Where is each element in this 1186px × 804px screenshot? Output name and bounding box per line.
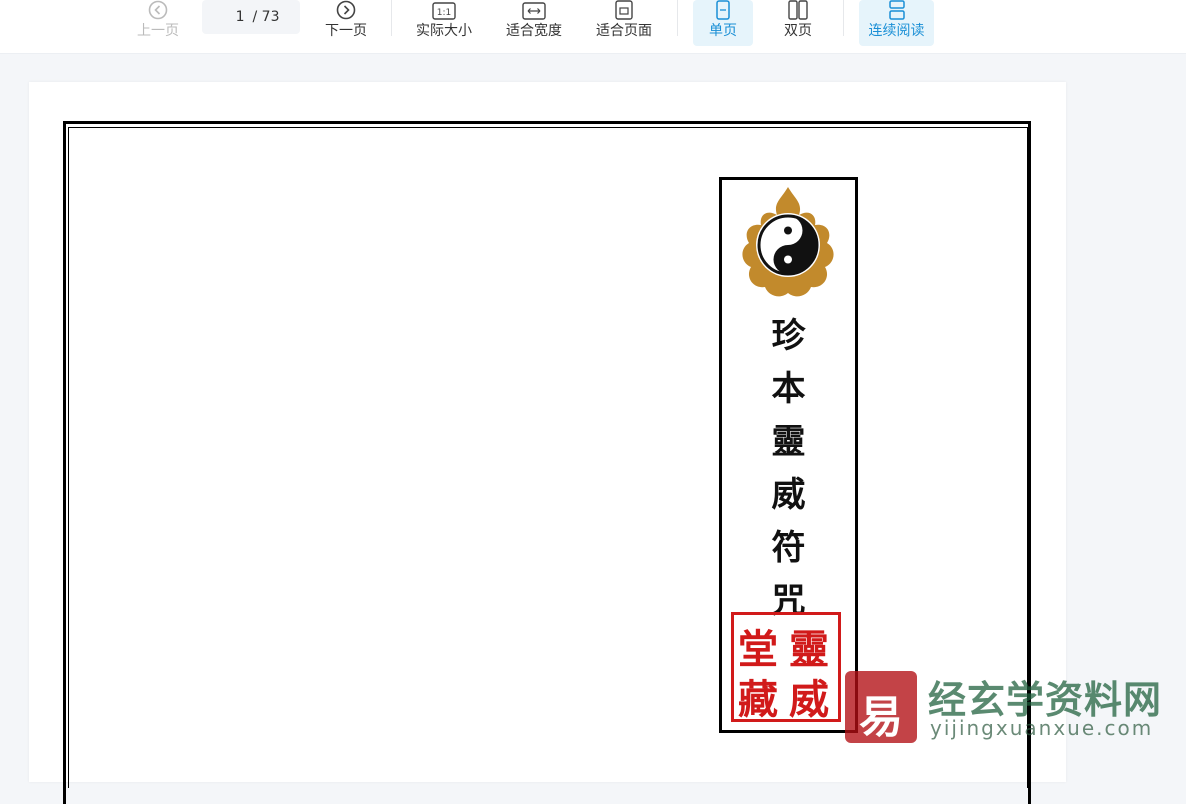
toolbar-divider — [391, 0, 392, 36]
watermark-logo-char: 易 — [859, 692, 903, 743]
page-number-input[interactable] — [222, 9, 245, 25]
single-page-button[interactable]: 单页 — [693, 0, 753, 46]
single-page-icon — [713, 0, 733, 20]
svg-text:1:1: 1:1 — [437, 8, 451, 18]
next-page-button[interactable]: 下一页 — [318, 0, 374, 46]
double-page-label: 双页 — [784, 23, 812, 39]
title-char: 珍 — [771, 316, 806, 356]
double-page-button[interactable]: 双页 — [768, 0, 828, 46]
continuous-reading-button[interactable]: 连续阅读 — [859, 0, 934, 46]
title-char: 符 — [771, 528, 806, 568]
prev-page-button[interactable]: 上一页 — [130, 0, 186, 46]
page-total: / 73 — [252, 9, 280, 25]
toolbar-divider — [677, 0, 678, 36]
fit-width-icon — [522, 0, 546, 20]
fit-page-button[interactable]: 适合页面 — [589, 0, 659, 46]
actual-size-icon: 1:1 — [432, 0, 456, 20]
title-char: 靈 — [771, 422, 806, 462]
continuous-reading-label: 连续阅读 — [868, 23, 925, 39]
title-char: 威 — [771, 475, 806, 515]
continuous-scroll-icon — [886, 0, 908, 20]
title-char: 本 — [771, 369, 806, 409]
seal-char: 藏 — [738, 676, 778, 723]
fit-width-button[interactable]: 适合宽度 — [499, 0, 569, 46]
double-page-icon — [787, 0, 809, 20]
fit-page-label: 适合页面 — [596, 23, 652, 39]
fit-page-icon — [613, 0, 635, 20]
chevron-right-circle-icon — [336, 0, 356, 20]
single-page-label: 单页 — [709, 23, 737, 39]
prev-page-label: 上一页 — [137, 23, 179, 39]
actual-size-button[interactable]: 1:1 实际大小 — [409, 0, 479, 46]
chevron-left-circle-icon — [148, 0, 168, 20]
next-page-label: 下一页 — [325, 23, 367, 39]
viewer-toolbar: 上一页 / 73 下一页 1:1 实际大小 适合宽度 适合页面 单页 — [0, 0, 1186, 54]
actual-size-label: 实际大小 — [416, 23, 472, 39]
page-indicator: / 73 — [202, 0, 300, 34]
watermark-site-url: yijingxuanxue.com — [930, 716, 1154, 740]
red-seal-stamp: 靈 威 堂 藏 — [731, 612, 841, 723]
watermark-logo: 易 — [845, 671, 917, 743]
seal-char: 威 — [789, 676, 829, 723]
taiji-flame-emblem — [742, 187, 834, 297]
fit-width-label: 适合宽度 — [506, 23, 562, 39]
toolbar-divider — [843, 0, 844, 36]
